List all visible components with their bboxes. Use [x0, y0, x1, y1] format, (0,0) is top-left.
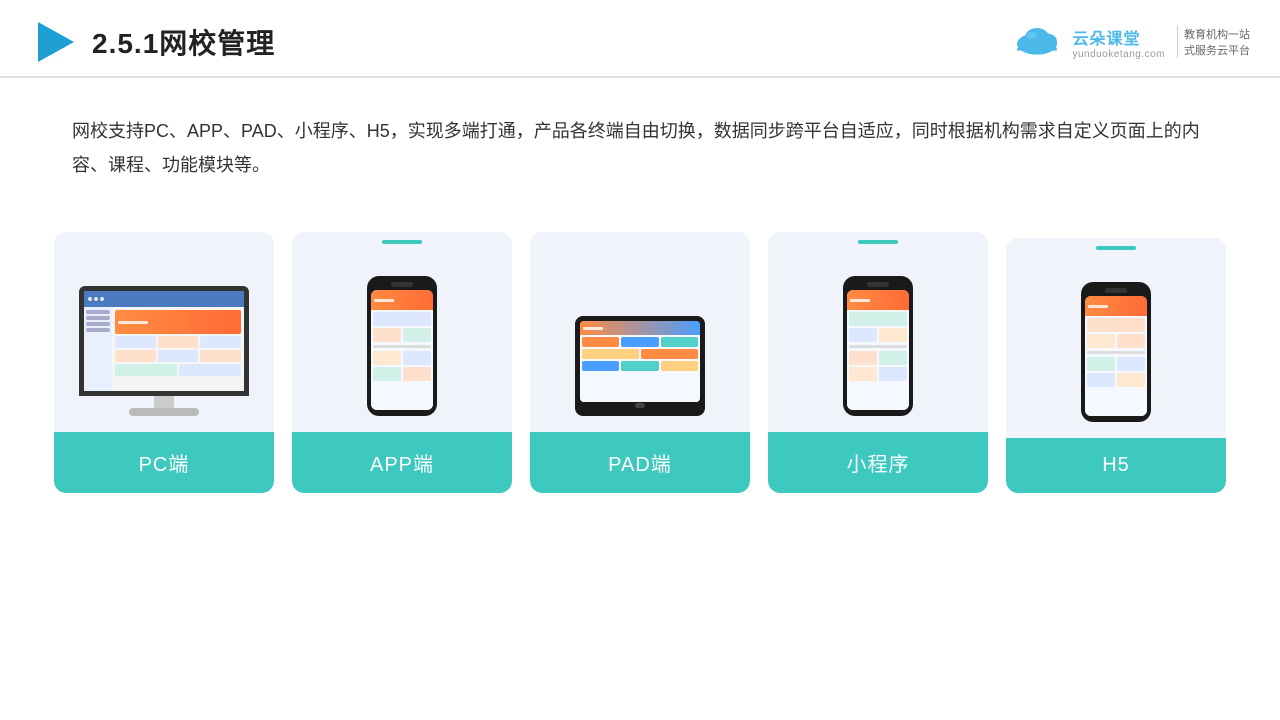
- card-miniapp: 小程序: [768, 232, 988, 493]
- card-app-label: APP端: [292, 432, 512, 493]
- logo-text-area: 云朵课堂 yunduoketang.com: [1072, 25, 1165, 60]
- logo-area: 云朵课堂 yunduoketang.com 教育机构一站 式服务云平台: [1010, 24, 1250, 60]
- pc-image-area: [54, 232, 274, 432]
- miniapp-device-mock: [843, 276, 913, 416]
- play-icon: [30, 18, 78, 66]
- pad-image-area: [530, 232, 750, 432]
- page-header: 2.5.1网校管理 云朵课堂 yunduoketang.com 教育机构一站 式…: [0, 0, 1280, 78]
- logo-name: 云朵课堂: [1072, 25, 1140, 49]
- card-miniapp-label: 小程序: [768, 432, 988, 493]
- card-pad: PAD端: [530, 232, 750, 493]
- pc-screen: [79, 286, 249, 396]
- cloud-logo-icon: [1010, 24, 1064, 60]
- card-h5: H5: [1006, 238, 1226, 493]
- logo-sub: yunduoketang.com: [1072, 49, 1165, 60]
- pad-device-mock: [575, 316, 705, 416]
- logo-slogan: 教育机构一站 式服务云平台: [1177, 26, 1250, 58]
- top-bar-miniapp: [858, 240, 898, 244]
- top-bar-h5: [1096, 246, 1136, 250]
- card-app: APP端: [292, 232, 512, 493]
- app-device-mock: [367, 276, 437, 416]
- pc-device-mock: [79, 286, 249, 416]
- card-pc-label: PC端: [54, 432, 274, 493]
- header-left: 2.5.1网校管理: [30, 18, 275, 66]
- card-h5-label: H5: [1006, 438, 1226, 493]
- app-image-area: [292, 232, 512, 432]
- device-cards-container: PC端: [0, 212, 1280, 523]
- h5-device-mock: [1081, 282, 1151, 422]
- top-bar-app: [382, 240, 422, 244]
- card-pc: PC端: [54, 232, 274, 493]
- h5-image-area: [1006, 238, 1226, 438]
- card-pad-label: PAD端: [530, 432, 750, 493]
- miniapp-image-area: [768, 232, 988, 432]
- page-title: 2.5.1网校管理: [92, 22, 275, 62]
- description-text: 网校支持PC、APP、PAD、小程序、H5，实现多端打通，产品各终端自由切换，数…: [0, 78, 1280, 202]
